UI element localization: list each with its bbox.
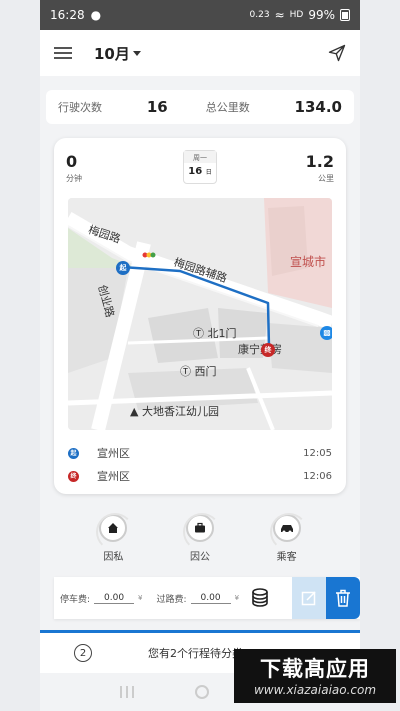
wifi-icon: ≈ — [274, 8, 285, 22]
delete-button[interactable] — [326, 577, 360, 619]
trip-categories: 因私 因公 乘客 — [40, 513, 360, 563]
category-passenger[interactable]: 乘客 — [262, 513, 312, 563]
distance-label: 总公里数 — [205, 101, 250, 114]
fee-bar: 停车费: 0.00 ¥ 过路费: 0.00 ¥ — [54, 577, 360, 619]
trip-day: 16 日 — [188, 166, 212, 177]
notification-icon: ● — [90, 8, 102, 22]
watermark-logo: 下载髙应用 www.xiazaiaiao.com — [234, 649, 396, 703]
start-dot-icon: 起 — [68, 447, 79, 459]
network-type: HD — [289, 10, 304, 20]
trash-icon — [336, 589, 350, 607]
edit-icon — [301, 591, 316, 606]
map-label-pharmacy: 康宁药房 — [238, 343, 282, 356]
chevron-down-icon — [132, 50, 141, 56]
start-time: 12:05 — [303, 447, 332, 459]
route-end-row: 终 宣州区 12:06 — [68, 468, 332, 484]
status-time: 16:28 — [50, 8, 85, 22]
route-start-row: 起 宣州区 12:05 — [68, 445, 332, 461]
network-speed: 0.23 — [249, 10, 270, 20]
trips-label: 行驶次数 — [58, 101, 102, 114]
start-place: 宣州区 — [97, 447, 130, 460]
map-label-gate-west: Ⓣ 西门 — [180, 365, 217, 378]
distance-value: 134.0 — [294, 98, 342, 116]
trip-distance: 1.2 公里 — [305, 152, 334, 183]
map-label-kindergarten: ▲ 大地香江幼儿园 — [130, 405, 219, 418]
parking-fee: 停车费: 0.00 ¥ — [60, 592, 143, 605]
top-bar: 10月 — [40, 30, 360, 76]
send-icon[interactable] — [328, 44, 346, 62]
end-dot-icon: 终 — [68, 470, 79, 482]
category-business[interactable]: 因公 — [175, 513, 225, 563]
route-map[interactable]: 梅园路 梅园路辅路 创业路 宣城市 Ⓣ 北1门 Ⓣ 西门 康宁药房 ▲ 大地香江… — [68, 198, 332, 430]
edit-button[interactable] — [292, 577, 326, 619]
app-screen: 16:28 ● 0.23 ≈ HD 99% 10月 行驶次数 16 总公里数 1… — [40, 0, 360, 711]
battery-text: 99% — [308, 8, 335, 22]
month-selector[interactable]: 10月 — [94, 43, 141, 64]
home-icon — [96, 513, 135, 551]
trips-value: 16 — [146, 98, 168, 116]
monthly-stats: 行驶次数 16 总公里数 134.0 — [46, 90, 354, 124]
pending-message: 您有2个行程待分类 — [148, 647, 243, 660]
toll-fee-input[interactable]: 0.00 — [190, 593, 231, 604]
trip-weekday: 周一 — [184, 151, 216, 163]
menu-icon[interactable] — [54, 47, 72, 59]
trip-date: 周一 16 日 — [183, 150, 217, 184]
trip-duration: 0 分钟 — [66, 152, 82, 183]
car-icon — [269, 513, 308, 551]
trip-card[interactable]: 0 分钟 周一 16 日 1.2 公里 梅园路 梅园路辅路 创业路 宣城市 Ⓣ … — [54, 138, 346, 494]
status-bar: 16:28 ● 0.23 ≈ HD 99% — [40, 0, 360, 30]
pending-count-icon: 2 — [74, 644, 92, 662]
end-place: 宣州区 — [97, 470, 130, 483]
end-pin-icon: 终 — [261, 343, 275, 357]
home-button-icon[interactable] — [194, 685, 209, 699]
map-label-city: 宣城市 — [290, 255, 327, 269]
toll-fee: 过路费: 0.00 ¥ — [156, 592, 240, 605]
briefcase-icon — [182, 513, 221, 551]
start-pin-icon: 起 — [116, 261, 130, 275]
coins-icon — [252, 588, 268, 607]
recents-icon[interactable] — [120, 686, 135, 698]
bus-stop-icon: ▩ — [320, 326, 332, 340]
map-label-gate-north: Ⓣ 北1门 — [193, 327, 237, 340]
end-time: 12:06 — [303, 470, 332, 482]
parking-fee-input[interactable]: 0.00 — [94, 593, 135, 604]
category-private[interactable]: 因私 — [88, 513, 138, 563]
battery-icon — [340, 9, 350, 21]
month-label: 10月 — [94, 44, 130, 63]
